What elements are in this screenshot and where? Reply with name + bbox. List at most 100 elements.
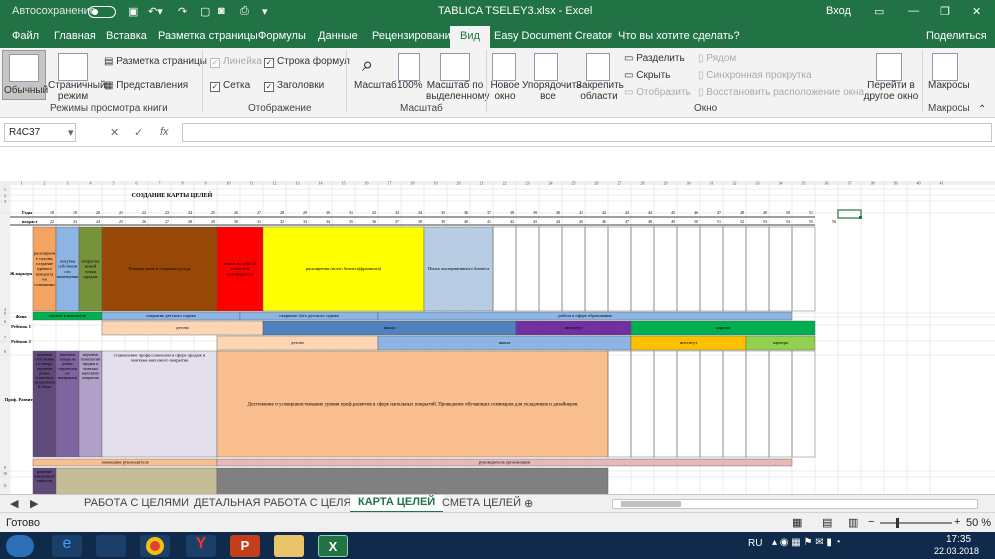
zoom-slider[interactable] [880,518,952,528]
year-cell: 49 [763,210,767,215]
year-cell: 51 [809,210,813,215]
tab-review[interactable]: Рецензирование [372,30,457,42]
year-cell: 40 [556,210,560,215]
tab-scroll-left-icon[interactable]: ◀ [10,497,18,510]
headings-checkbox[interactable]: ✓ Заголовки [264,80,324,92]
language-indicator[interactable]: RU [748,538,762,549]
page-layout-icon[interactable]: ▤ [822,516,832,529]
column-header: 13 [296,181,300,186]
new-window-button[interactable]: Новое окно [490,50,520,102]
normal-view-icon[interactable]: ▦ [792,516,802,529]
year-cell: 34 [418,210,422,215]
tray-icons[interactable]: ▴ ◉ ▦ ⚑ ✉ ▮ ◔ [772,537,841,548]
split-button[interactable]: ▭ Разделить [624,53,685,64]
year-cell: 46 [694,210,698,215]
close-icon[interactable]: ✕ [972,5,981,18]
column-header: 30 [687,181,691,186]
powerpoint-icon[interactable]: P [230,535,260,557]
zoom-level[interactable]: 50 % [966,517,991,529]
ie-icon[interactable]: e [52,535,82,557]
arrange-all-button[interactable]: Упорядочить все [522,50,582,102]
group-label-show: Отображение [248,103,312,114]
redo-icon[interactable]: ↷ [178,5,187,18]
reset-window-position-button[interactable]: ▯ Восстановить расположение окна [698,87,864,98]
sheet-tab-goal-map[interactable]: КАРТА ЦЕЛЕЙ [350,495,444,513]
tab-formulas[interactable]: Формулы [258,30,306,42]
tab-view[interactable]: Вид [450,26,490,48]
collapse-ribbon-icon[interactable]: ⌃ [978,104,986,115]
column-header: 6 [136,181,138,186]
clock-date: 22.03.2018 [934,546,980,556]
name-box[interactable]: R4C37 [4,123,76,142]
empty-cell [745,226,770,312]
custom-views-button[interactable]: ▦ Представления [104,80,188,91]
formula-input[interactable] [182,123,992,142]
autosave-toggle[interactable] [88,6,116,18]
tab-data[interactable]: Данные [318,30,358,42]
ruler-checkbox[interactable]: ✓ Линейка [210,56,262,68]
save-icon[interactable]: ▣ [128,5,138,18]
zoom-button[interactable]: ⌕ Масштаб [350,50,397,100]
undo-icon[interactable]: ↶▾ [148,5,163,18]
new-file-icon[interactable]: ▢ [200,5,210,18]
tell-me-search[interactable]: Что вы хотите сделать? [618,30,740,42]
unhide-button[interactable]: ▭ Отобразить [624,87,691,98]
customize-qat-icon[interactable]: ▾ [262,5,268,18]
year-cell: 24 [188,210,192,215]
sheet-tab-detailed-goal-work[interactable]: ДЕТАЛЬНАЯ РАБОТА С ЦЕЛЯМИ [194,497,368,509]
zoom-out-icon[interactable]: − [868,516,874,528]
zoom-100-button[interactable]: 100% [396,50,424,100]
page-break-view-button[interactable]: Страничный режим [48,50,106,102]
explorer-icon[interactable] [274,535,304,557]
tab-file[interactable]: Файл [12,30,39,42]
hide-button[interactable]: ▭ Скрыть [624,70,670,81]
signin-link[interactable]: Вход [826,5,851,17]
empty-cell [561,226,586,312]
print-icon[interactable]: ⎙ [240,5,249,18]
tab-scroll-right-icon[interactable]: ▶ [30,497,38,510]
year-cell: 37 [487,210,491,215]
macros-button[interactable]: Макросы [926,50,970,100]
row-header: 1 [4,187,6,192]
view-side-by-side-button[interactable]: ▯ Рядом [698,53,736,64]
tab-easy-document-creator[interactable]: Easy Document Creator [494,30,611,42]
group-label-zoom: Масштаб [400,103,443,114]
page-layout-view-button[interactable]: ▤ Разметка страницы [104,56,207,67]
tab-insert[interactable]: Вставка [106,30,147,42]
switch-windows-button[interactable]: Перейти в другое окно [862,50,920,102]
tab-home[interactable]: Главная [54,30,96,42]
tab-page-layout[interactable]: Разметка страницы [158,30,258,42]
insert-function-icon[interactable]: fx [160,126,169,138]
column-header: 28 [641,181,645,186]
minimize-icon[interactable]: — [908,5,919,17]
excel-icon[interactable]: X [318,535,348,557]
worksheet-grid[interactable]: 1 2 3 4 5 6 7 8 9 10 11 12 13 14 15 16 17 18 19 20 21 22 23 24 2… [0,146,995,494]
year-cell: 38 [510,210,514,215]
page-break-icon[interactable]: ▥ [848,516,858,529]
media-player-icon[interactable] [96,535,126,557]
column-header: 1 [21,181,23,186]
maximize-icon[interactable]: ❐ [940,5,950,18]
horizontal-scrollbar[interactable] [612,499,978,509]
freeze-panes-button[interactable]: Закрепить области [576,50,624,102]
chrome-icon[interactable] [140,535,170,557]
yandex-icon[interactable]: Y [186,535,216,557]
camera-icon[interactable]: ◙ [218,5,225,17]
career-block-blue-text: помещения [57,274,79,279]
name-box-dropdown-icon[interactable]: ▾ [68,126,74,139]
row-header: 7 [4,335,6,340]
sheet-tab-goal-work[interactable]: РАБОТА С ЦЕЛЯМИ [84,497,189,509]
synchronous-scrolling-button[interactable]: ▯ Синхронная прокрутка [698,70,812,81]
ribbon-options-icon[interactable]: ▭ [874,5,884,18]
formula-bar-checkbox[interactable]: ✓ Строка формул [264,56,350,68]
sheet-tab-goal-estimate[interactable]: СМЕТА ЦЕЛЕЙ [442,497,521,509]
add-sheet-icon[interactable]: ⊕ [524,497,533,510]
zoom-to-selection-button[interactable]: Масштаб по выделенному [426,50,490,102]
share-button[interactable]: Поделиться [926,30,987,42]
normal-view-button[interactable]: Обычный [2,50,48,100]
enter-icon[interactable]: ✓ [134,126,143,139]
cancel-icon[interactable]: ✕ [110,126,119,139]
zoom-in-icon[interactable]: + [954,516,960,528]
start-button[interactable] [6,535,34,557]
gridlines-checkbox[interactable]: ✓ Сетка [210,80,250,92]
